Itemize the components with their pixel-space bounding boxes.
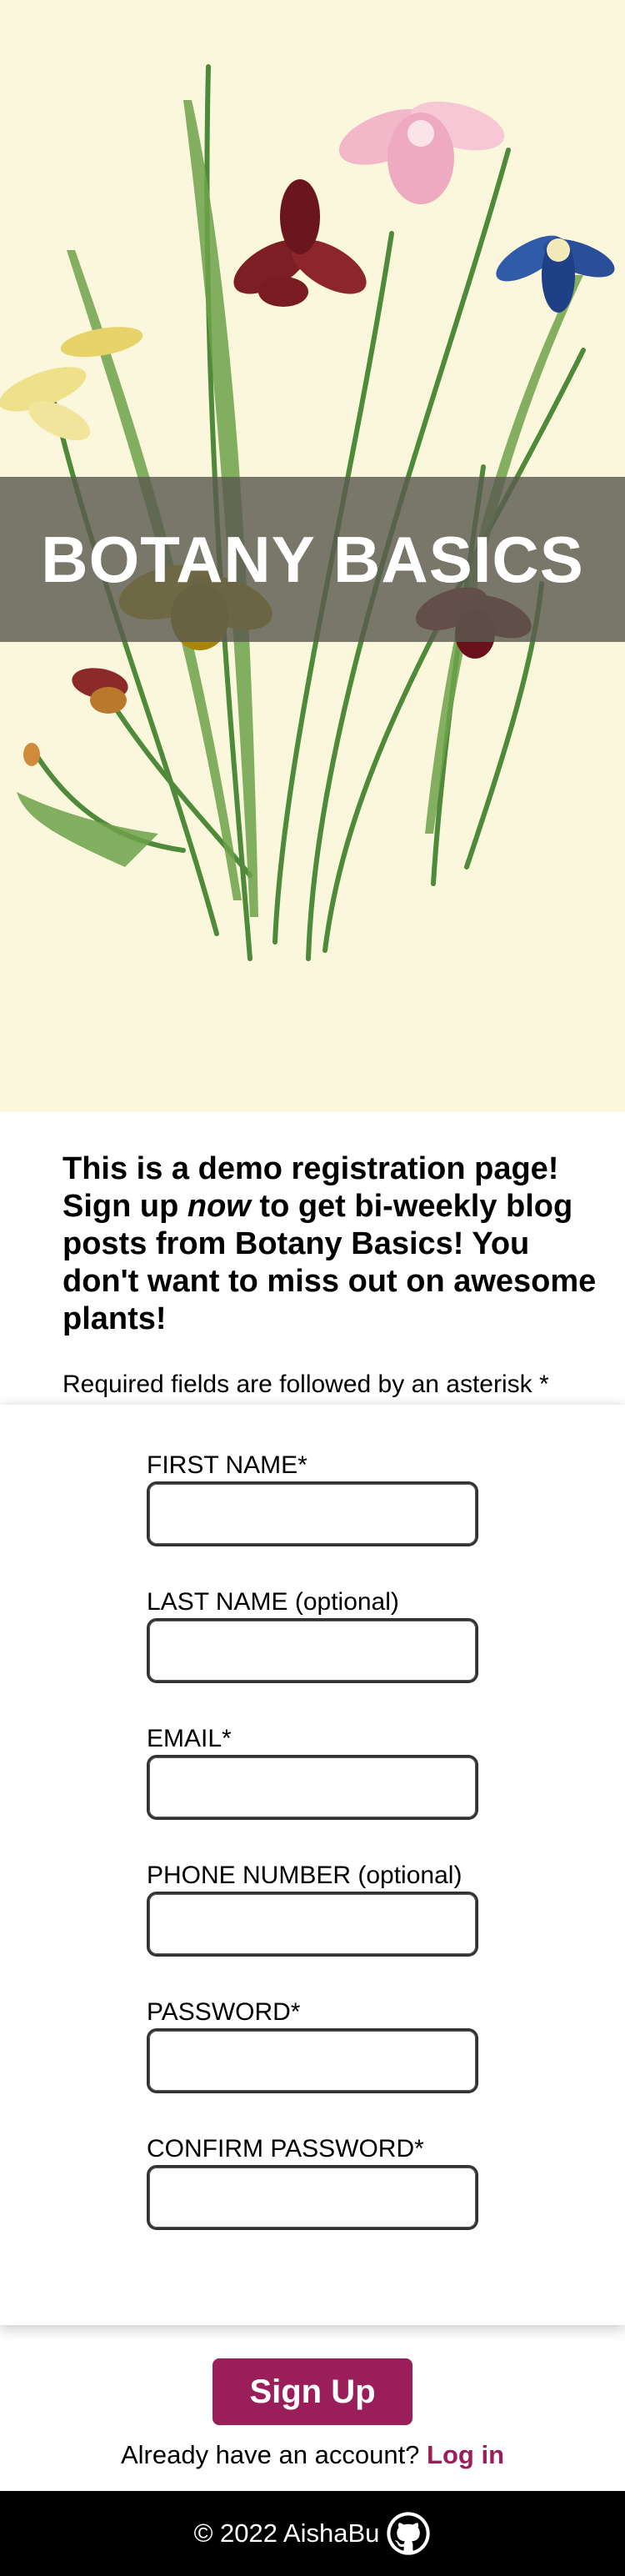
password-input[interactable] bbox=[147, 2028, 478, 2093]
last-name-input[interactable] bbox=[147, 1618, 478, 1683]
email-input[interactable] bbox=[147, 1755, 478, 1820]
login-prompt-text: Already have an account? bbox=[120, 2440, 420, 2469]
intro-heading-emphasis: now bbox=[187, 1189, 251, 1224]
field-last-name: LAST NAME (optional) bbox=[147, 1588, 625, 1725]
phone-label: PHONE NUMBER (optional) bbox=[147, 1862, 462, 1889]
intro-heading: This is a demo registration page! Sign u… bbox=[62, 1150, 604, 1338]
field-email: EMAIL* bbox=[147, 1725, 625, 1862]
page-footer: © 2022 AishaBu bbox=[0, 2491, 625, 2576]
password-label: PASSWORD* bbox=[147, 1998, 301, 2026]
confirm-password-label: CONFIRM PASSWORD* bbox=[147, 2135, 424, 2163]
hero-section: BOTANY BASICS bbox=[0, 0, 625, 1112]
github-icon[interactable] bbox=[386, 2511, 431, 2556]
hero-banner: BOTANY BASICS bbox=[0, 477, 625, 642]
email-label: EMAIL* bbox=[147, 1725, 232, 1752]
intro-section: This is a demo registration page! Sign u… bbox=[0, 1112, 625, 1401]
confirm-password-input[interactable] bbox=[147, 2165, 478, 2230]
last-name-label: LAST NAME (optional) bbox=[147, 1588, 399, 1616]
field-password: PASSWORD* bbox=[147, 1998, 625, 2135]
required-fields-note: Required fields are followed by an aster… bbox=[62, 1371, 549, 1398]
login-prompt-line: Already have an account? Log in bbox=[0, 2438, 625, 2472]
registration-form: FIRST NAME* LAST NAME (optional) EMAIL* … bbox=[0, 1405, 625, 2325]
form-actions: Sign Up Already have an account? Log in bbox=[0, 2325, 625, 2472]
sign-up-button[interactable]: Sign Up bbox=[212, 2358, 412, 2425]
field-confirm-password: CONFIRM PASSWORD* bbox=[147, 2135, 625, 2272]
first-name-input[interactable] bbox=[147, 1481, 478, 1546]
phone-input[interactable] bbox=[147, 1892, 478, 1957]
field-phone: PHONE NUMBER (optional) bbox=[147, 1862, 625, 1998]
first-name-label: FIRST NAME* bbox=[147, 1451, 308, 1479]
copyright-text: © 2022 AishaBu bbox=[193, 2518, 380, 2548]
field-first-name: FIRST NAME* bbox=[147, 1451, 625, 1588]
log-in-link[interactable]: Log in bbox=[427, 2440, 504, 2469]
site-title: BOTANY BASICS bbox=[41, 522, 584, 596]
